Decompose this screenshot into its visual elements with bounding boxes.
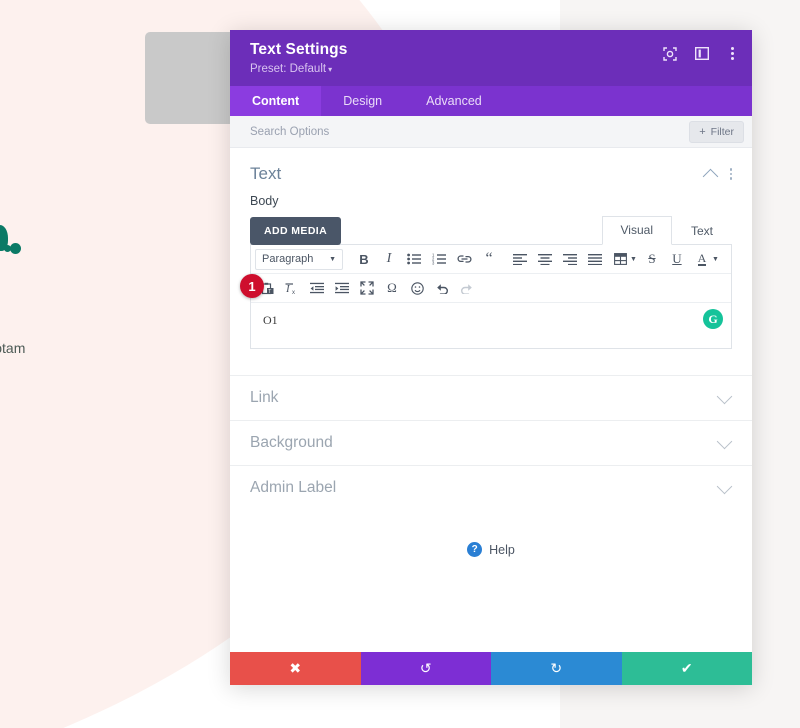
indent-icon[interactable] [330, 277, 354, 299]
search-input[interactable] [250, 125, 690, 138]
undo-button[interactable]: ↺ [360, 652, 491, 685]
help-link[interactable]: ? Help [230, 542, 752, 557]
section-background-label: Background [250, 434, 333, 451]
format-select[interactable]: Paragraph ▼ [255, 248, 343, 270]
section-link[interactable]: Link [230, 375, 752, 420]
strikethrough-icon[interactable]: S [640, 248, 664, 270]
kebab-menu-icon[interactable] [727, 45, 738, 62]
link-icon[interactable] [452, 248, 476, 270]
undo-icon[interactable] [430, 277, 454, 299]
modal-action-bar: ✖ ↺ ↻ ✔ [230, 652, 752, 685]
tab-visual[interactable]: Visual [601, 216, 672, 245]
section-link-label: Link [250, 389, 279, 406]
align-justify-icon[interactable] [583, 248, 607, 270]
background-text-line-1: r sit [0, 315, 25, 337]
chevron-down-icon [716, 478, 733, 494]
section-header-actions [702, 167, 732, 184]
text-section-header: Text [230, 148, 752, 194]
chevron-down-icon [716, 433, 733, 449]
section-admin-label-text: Admin Label [250, 479, 337, 496]
cancel-button[interactable]: ✖ [230, 652, 361, 685]
blockquote-icon[interactable]: “ [477, 248, 501, 270]
chevron-down-icon: ▼ [329, 255, 336, 263]
bulleted-list-icon[interactable] [402, 248, 426, 270]
search-bar: + Filter [230, 116, 752, 148]
editor-content-area[interactable]: O1 G [251, 302, 731, 348]
wysiwyg-editor: Paragraph ▼ B I 123 “ ▼ S U A ▼ T I x Ω … [250, 244, 732, 349]
align-center-icon[interactable] [533, 248, 557, 270]
text-settings-modal: Text Settings Preset: Default ▾ Content … [230, 30, 752, 685]
add-media-button[interactable]: ADD MEDIA [250, 217, 342, 245]
table-icon[interactable] [608, 248, 632, 270]
redo-button[interactable]: ↻ [491, 652, 622, 685]
fullscreen-icon[interactable] [355, 277, 379, 299]
svg-text:T: T [268, 289, 271, 295]
emoji-icon[interactable] [405, 277, 429, 299]
text-color-dropdown-caret-icon[interactable]: ▼ [712, 256, 719, 263]
outdent-icon[interactable] [305, 277, 329, 299]
editor-toolbar-row-2: T Ix Ω [251, 274, 731, 302]
text-color-icon[interactable]: A [690, 248, 714, 270]
section-background[interactable]: Background [230, 420, 752, 465]
plus-icon: + [699, 125, 706, 138]
table-dropdown-caret-icon[interactable]: ▼ [630, 256, 637, 263]
format-select-value: Paragraph [262, 253, 314, 265]
help-label: Help [489, 542, 515, 557]
background-text-block: r sit ium, totam [0, 315, 25, 359]
tab-advanced[interactable]: Advanced [404, 86, 504, 116]
body-field-label: Body [250, 194, 279, 208]
bold-icon[interactable]: B [352, 248, 376, 270]
page-title: Text Settings [250, 41, 348, 58]
redo-icon[interactable] [455, 277, 479, 299]
modal-header: Text Settings Preset: Default ▾ [230, 30, 752, 86]
editor-text: O1 [263, 313, 278, 327]
chevron-down-icon: ▾ [328, 65, 333, 74]
chevron-down-icon [716, 388, 733, 404]
editor-toolbar-top: ADD MEDIA Visual Text [250, 216, 732, 245]
svg-text:x: x [292, 290, 295, 295]
modal-body: Text Body ADD MEDIA Visual Text Paragrap [230, 148, 752, 652]
svg-text:I: I [285, 283, 291, 295]
editor-toolbar-row-1: Paragraph ▼ B I 123 “ ▼ S U A ▼ [251, 245, 731, 274]
section-admin-label[interactable]: Admin Label [230, 465, 752, 510]
annotation-marker-1: 1 [240, 274, 264, 298]
filter-button[interactable]: + Filter [689, 120, 744, 143]
save-button[interactable]: ✔ [621, 652, 752, 685]
tab-content[interactable]: Content [230, 86, 322, 116]
chevron-up-icon[interactable] [702, 168, 718, 184]
preset-selector[interactable]: Preset: Default ▾ [250, 63, 347, 75]
modal-header-actions [663, 45, 738, 62]
section-title: Text [250, 164, 282, 183]
align-right-icon[interactable] [558, 248, 582, 270]
background-text-line-2: ium, totam [0, 340, 26, 356]
help-icon: ? [467, 542, 483, 557]
collapsible-sections: Link Background Admin Label [230, 375, 752, 510]
svg-text:3: 3 [432, 261, 435, 265]
editor-mode-tabs: Visual Text [601, 216, 732, 245]
filter-button-label: Filter [710, 125, 734, 138]
grammarly-icon[interactable]: G [703, 309, 723, 329]
modal-tab-bar: Content Design Advanced [230, 86, 752, 116]
body-field: Body ADD MEDIA Visual Text Paragraph ▼ B… [230, 194, 752, 349]
italic-icon[interactable]: I [377, 248, 401, 270]
section-kebab-menu-icon[interactable] [729, 168, 732, 180]
focus-icon[interactable] [663, 46, 677, 61]
special-character-icon[interactable]: Ω [380, 277, 404, 299]
numbered-list-icon[interactable]: 123 [427, 248, 451, 270]
align-left-icon[interactable] [508, 248, 532, 270]
underline-icon[interactable]: U [665, 248, 689, 270]
tab-design[interactable]: Design [321, 86, 404, 116]
layout-panel-icon[interactable] [695, 47, 709, 60]
medium-dot [10, 243, 21, 254]
tab-text[interactable]: Text [672, 217, 732, 245]
preset-label: Preset: Default [250, 63, 327, 75]
clear-formatting-icon[interactable]: Ix [280, 277, 304, 299]
